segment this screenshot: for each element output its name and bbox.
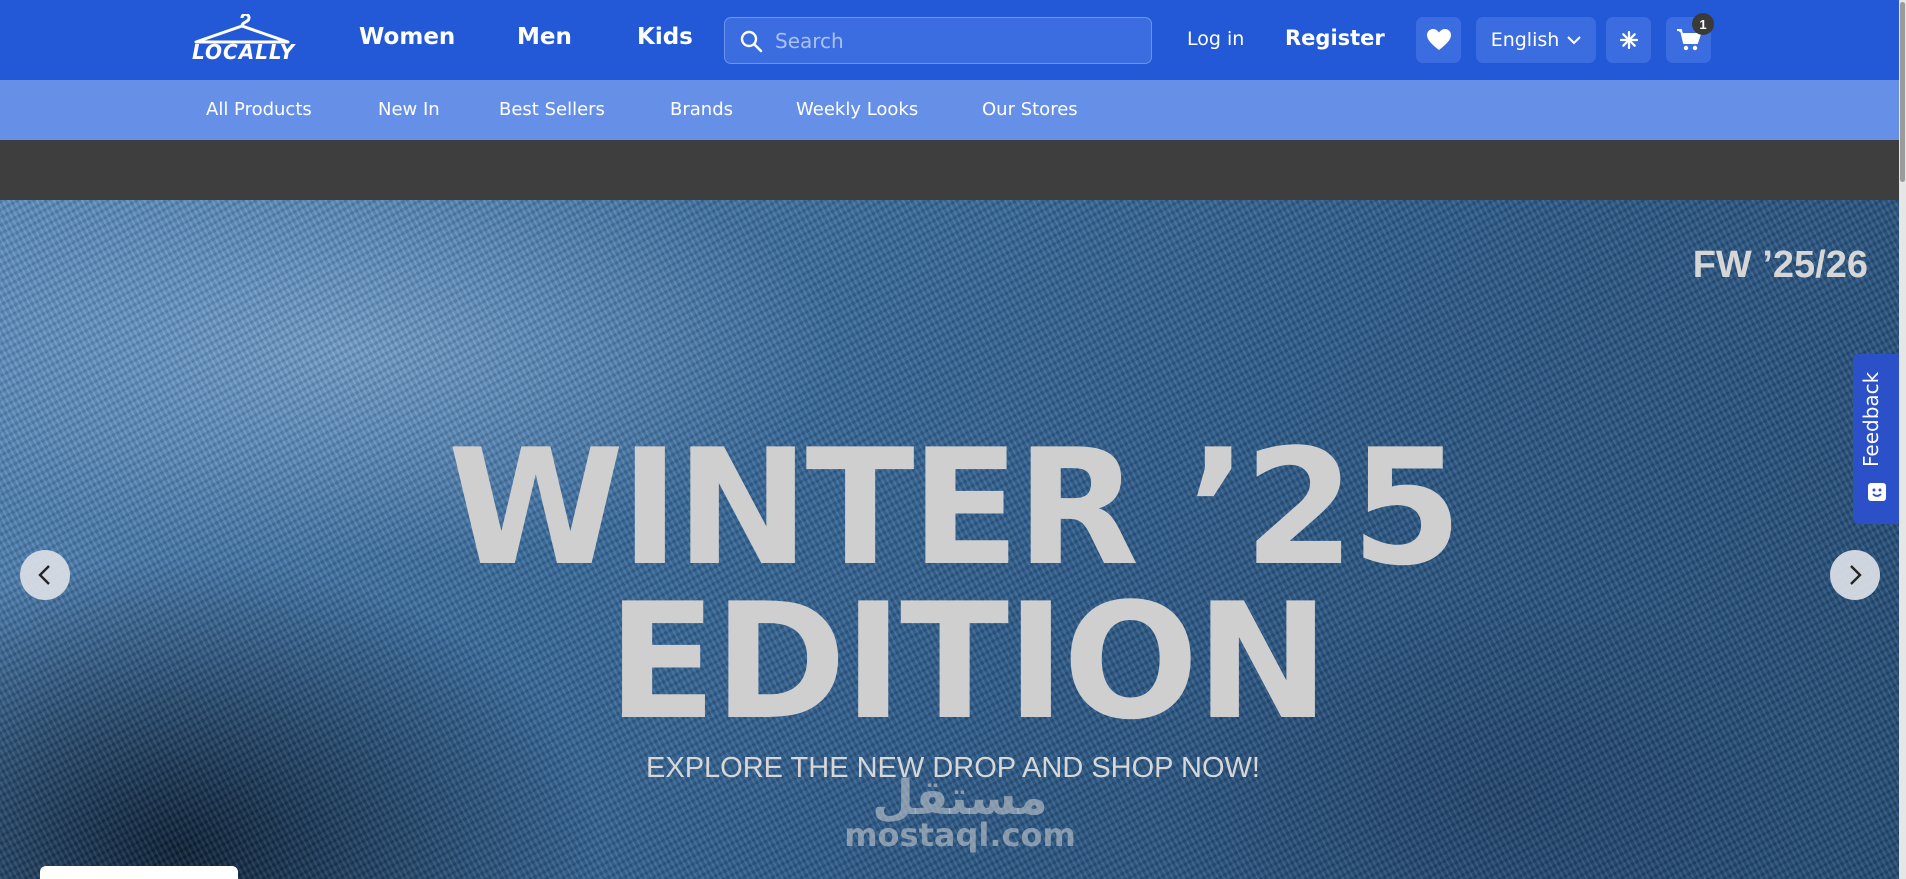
theme-toggle-button[interactable] — [1606, 17, 1651, 63]
watermark: مستقل mostaql.com — [800, 770, 1120, 854]
heart-icon — [1426, 29, 1451, 50]
chat-icon — [1868, 483, 1886, 501]
top-header: LOCALLY Women Men Kids Log in Register E… — [0, 0, 1906, 80]
search-box — [724, 17, 1152, 64]
feedback-tab[interactable]: Feedback — [1853, 354, 1901, 524]
chevron-right-icon — [1850, 565, 1862, 585]
hero-title-line1: WINTER ’25 — [447, 414, 1463, 601]
chevron-down-icon — [1567, 36, 1582, 45]
subnav-weekly-looks[interactable]: Weekly Looks — [796, 99, 918, 120]
language-selector[interactable]: English — [1476, 17, 1596, 63]
wishlist-button[interactable] — [1416, 17, 1461, 63]
page-scrollbar[interactable] — [1899, 0, 1906, 879]
nav-men[interactable]: Men — [517, 24, 572, 50]
watermark-text: mostaql.com — [844, 816, 1076, 854]
brand-logo[interactable]: LOCALLY — [188, 14, 296, 64]
announcement-strip — [0, 140, 1906, 200]
hero-title-line2: EDITION — [607, 568, 1329, 755]
subnav-new-in[interactable]: New In — [378, 99, 440, 120]
nav-women[interactable]: Women — [359, 24, 455, 50]
subnav-all-products[interactable]: All Products — [206, 99, 312, 120]
hero-carousel: FW ’25/26 WINTER ’25 EDITION EXPLORE THE… — [0, 200, 1906, 879]
category-nav: All Products New In Best Sellers Brands … — [0, 80, 1906, 140]
login-link[interactable]: Log in — [1187, 28, 1244, 50]
scrollbar-thumb[interactable] — [1900, 2, 1905, 182]
snowflake-icon — [1619, 31, 1638, 49]
search-icon — [740, 30, 763, 53]
carousel-next-button[interactable] — [1830, 550, 1880, 600]
nav-kids[interactable]: Kids — [637, 24, 693, 50]
subnav-brands[interactable]: Brands — [670, 99, 733, 120]
subnav-best-sellers[interactable]: Best Sellers — [499, 99, 605, 120]
language-label: English — [1490, 29, 1560, 51]
cart-count-badge: 1 — [1692, 13, 1714, 35]
carousel-prev-button[interactable] — [20, 550, 70, 600]
chevron-left-icon — [38, 565, 50, 585]
feedback-label: Feedback — [1859, 372, 1883, 468]
hero-season-label: FW ’25/26 — [1692, 244, 1868, 286]
logo-text: LOCALLY — [192, 40, 296, 64]
subnav-our-stores[interactable]: Our Stores — [982, 99, 1078, 120]
search-input[interactable] — [775, 26, 1135, 56]
register-link[interactable]: Register — [1285, 26, 1385, 50]
hero-cta-button[interactable] — [40, 866, 238, 879]
